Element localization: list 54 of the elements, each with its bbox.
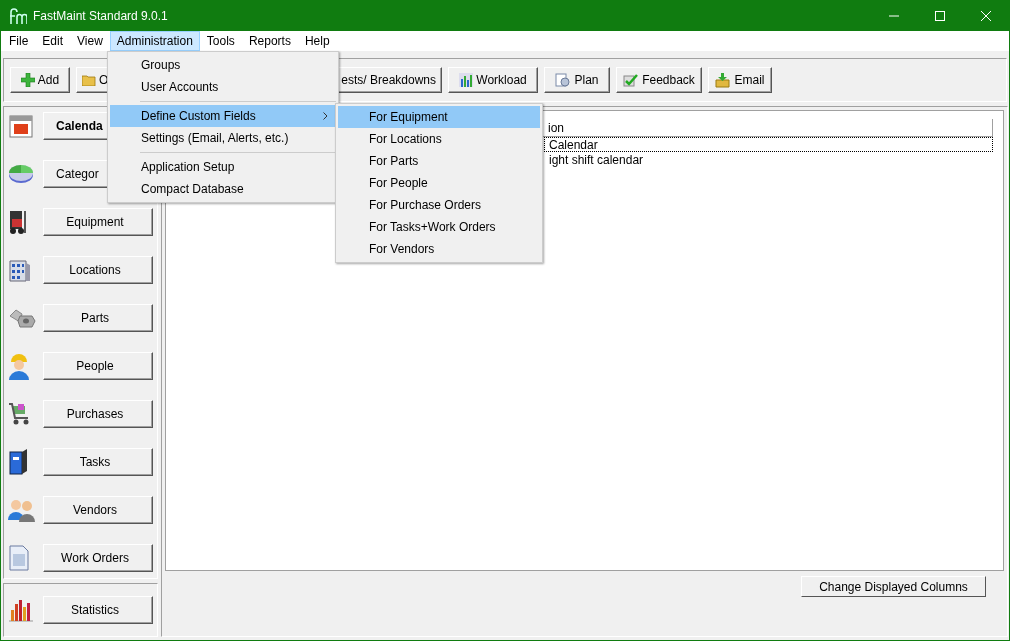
two-people-icon	[8, 498, 36, 522]
building-icon	[8, 257, 32, 283]
sidebar-button[interactable]: Parts	[43, 304, 153, 332]
menu-item[interactable]: Tools	[199, 31, 242, 51]
worker-icon	[8, 352, 30, 380]
column-header[interactable]: ion	[544, 119, 993, 136]
binder-icon	[8, 448, 28, 476]
window-title: FastMaint Standard 9.0.1	[33, 9, 169, 23]
list-row[interactable]: Calendar	[544, 137, 993, 152]
menu-item[interactable]: File	[2, 31, 36, 51]
menu-item[interactable]: For Tasks+Work Orders	[338, 216, 540, 238]
toolbar-button[interactable]: Email	[708, 67, 772, 93]
chevron-right-icon	[323, 112, 328, 120]
list-row[interactable]: ight shift calendar	[544, 152, 993, 167]
pie-chart-icon	[8, 164, 34, 184]
folder-icon	[82, 74, 96, 86]
menu-item[interactable]: Groups	[110, 54, 336, 76]
bar-chart-icon	[459, 73, 474, 87]
menu-item[interactable]: Define Custom Fields	[110, 105, 336, 127]
menu-item[interactable]: View	[70, 31, 110, 51]
sidebar-button[interactable]: Purchases	[43, 400, 153, 428]
sidebar-button[interactable]: Locations	[43, 256, 153, 284]
bar-chart-icon	[8, 598, 34, 622]
menu-item[interactable]: For Locations	[338, 128, 540, 150]
nut-bolt-icon	[8, 308, 36, 328]
menu-item[interactable]: User Accounts	[110, 76, 336, 98]
sidebar-button[interactable]: Statistics	[43, 596, 153, 624]
toolbar-button[interactable]: Plan	[544, 67, 610, 93]
menu-item[interactable]: Edit	[35, 31, 71, 51]
sidebar-button[interactable]: People	[43, 352, 153, 380]
checkmark-icon	[623, 73, 640, 87]
calendar-icon	[8, 113, 34, 139]
menu-item[interactable]: For Parts	[338, 150, 540, 172]
sidebar-button[interactable]: Work Orders	[43, 544, 153, 572]
sidebar-button[interactable]: Tasks	[43, 448, 153, 476]
menu-item[interactable]: For Purchase Orders	[338, 194, 540, 216]
menu-item[interactable]: For People	[338, 172, 540, 194]
menu-item[interactable]: Administration	[109, 31, 200, 51]
menu-item[interactable]: For Vendors	[338, 238, 540, 260]
sidebar-button[interactable]: Equipment	[43, 208, 153, 236]
maximize-icon	[935, 11, 945, 21]
sidebar-button[interactable]: Vendors	[43, 496, 153, 524]
gear-document-icon	[555, 72, 572, 88]
plus-icon	[20, 73, 35, 87]
toolbar-button[interactable]: Feedback	[616, 67, 702, 93]
menu-item[interactable]: Reports	[241, 31, 298, 51]
toolbar-button[interactable]: Workload	[448, 67, 538, 93]
close-icon	[981, 11, 991, 21]
app-logo-icon	[9, 8, 27, 24]
menu-item[interactable]: Help	[297, 31, 337, 51]
change-columns-button[interactable]: Change Displayed Columns	[801, 576, 986, 597]
document-icon	[8, 545, 30, 571]
toolbar-button[interactable]: Add	[10, 67, 70, 93]
menu-item[interactable]: For Equipment	[338, 106, 540, 128]
